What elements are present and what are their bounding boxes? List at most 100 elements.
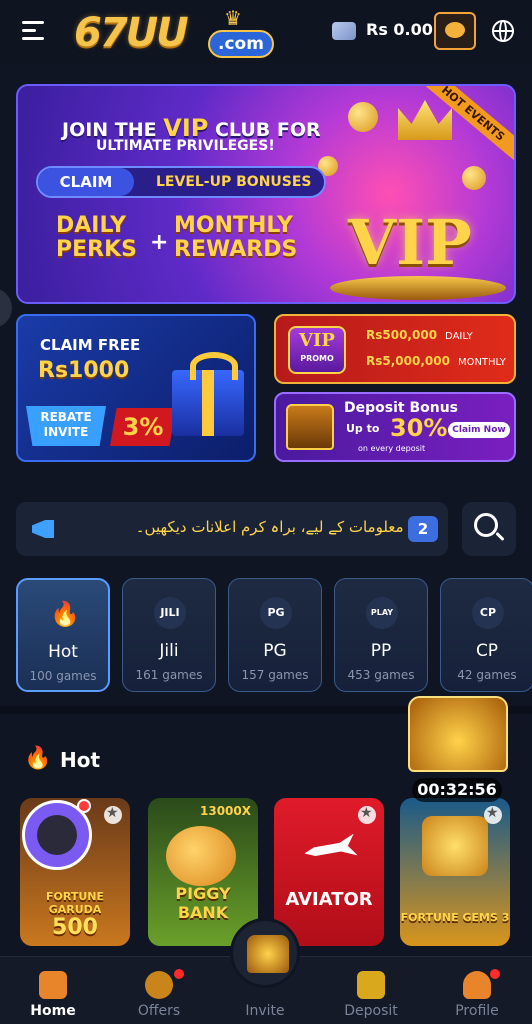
nav-profile[interactable]: Profile bbox=[424, 957, 530, 1024]
vip-promo-badge: VIP PROMO bbox=[288, 326, 346, 374]
nav-label: Home bbox=[30, 1003, 76, 1019]
jili-icon: JILI bbox=[154, 597, 186, 629]
user-icon bbox=[463, 971, 491, 999]
announcement-count-badge[interactable]: 2 bbox=[408, 516, 438, 542]
game-card-fortune-gems-3[interactable]: FORTUNE GEMS 3 bbox=[400, 798, 510, 946]
deposit-upto-label: Up to bbox=[346, 422, 380, 435]
announcement-marquee[interactable]: کی معلومات کے لیے، براہ کرم اعلانات دیکھ… bbox=[16, 502, 448, 556]
category-name: Jili bbox=[159, 641, 179, 661]
claim-free-banner[interactable]: CLAIM FREE Rs1000 REBATE INVITE 3% bbox=[16, 314, 256, 462]
vip-promo-banner[interactable]: VIP PROMO Rs500,000 DAILY Rs5,000,000 MONTH… bbox=[274, 314, 516, 384]
pg-icon: PG bbox=[260, 597, 292, 629]
balance-amount: Rs 0.00 bbox=[366, 20, 433, 39]
piggy-bank-icon bbox=[445, 22, 465, 38]
category-name: PP bbox=[370, 641, 392, 661]
customer-support-button[interactable] bbox=[22, 799, 92, 870]
game-title: PIGGY BANK bbox=[175, 884, 231, 922]
game-category-tabs: 🔥 Hot 100 games JILI Jili 161 games PG P… bbox=[16, 578, 532, 694]
nav-deposit[interactable]: Deposit bbox=[318, 957, 424, 1024]
treasure-chest-icon bbox=[286, 404, 334, 450]
logo-domain: .com bbox=[208, 30, 274, 58]
notification-dot bbox=[174, 969, 184, 979]
category-count: 42 games bbox=[457, 668, 517, 682]
flame-icon: 🔥 bbox=[24, 746, 52, 771]
vip-club-banner[interactable]: JOIN THE VIP CLUB FOR ULTIMATE PRIVILEGE… bbox=[16, 84, 516, 304]
category-pg[interactable]: PG PG 157 games bbox=[228, 578, 322, 692]
brand-logo[interactable]: 67UU ♛ .com bbox=[74, 6, 274, 58]
deposit-bonus-percent: 30% bbox=[390, 414, 448, 442]
banner-subheadline: ULTIMATE PRIVILEGES! bbox=[96, 138, 275, 154]
category-pp[interactable]: PLAY PP 453 games bbox=[334, 578, 428, 692]
nav-offers[interactable]: Offers bbox=[106, 957, 212, 1024]
menu-icon[interactable] bbox=[22, 20, 46, 42]
quick-deposit-button[interactable] bbox=[434, 12, 476, 50]
nav-label: Deposit bbox=[344, 1003, 398, 1019]
crown-icon: ♛ bbox=[224, 6, 242, 30]
category-jili[interactable]: JILI Jili 161 games bbox=[122, 578, 216, 692]
claim-label: CLAIM bbox=[38, 168, 134, 196]
section-title: Hot bbox=[60, 748, 101, 772]
notification-dot bbox=[490, 969, 500, 979]
nav-home[interactable]: Home bbox=[0, 957, 106, 1024]
plus-sign: + bbox=[150, 230, 169, 255]
favorite-star-icon[interactable] bbox=[358, 805, 376, 824]
gift-box-icon bbox=[172, 352, 244, 436]
rebate-invite-label: REBATE INVITE bbox=[26, 406, 106, 446]
golden-idol-icon bbox=[422, 816, 488, 876]
game-title: FORTUNE GARUDA bbox=[46, 890, 104, 916]
slot-machine-icon bbox=[39, 971, 67, 999]
treasure-chest-reward-button[interactable] bbox=[408, 696, 508, 772]
app-page: 67UU ♛ .com Rs 0.00 JOIN THE VIP CLUB FO… bbox=[0, 0, 532, 1024]
nav-label: Profile bbox=[455, 1003, 499, 1019]
crown-icon bbox=[398, 100, 452, 140]
cp-icon: CP bbox=[472, 597, 504, 629]
top-header: 67UU ♛ .com Rs 0.00 bbox=[0, 0, 532, 64]
category-name: PG bbox=[263, 641, 287, 661]
rebate-percent: 3% bbox=[110, 408, 176, 446]
claim-free-amount: Rs1000 bbox=[38, 358, 130, 383]
category-count: 100 games bbox=[29, 669, 97, 683]
pp-icon: PLAY bbox=[366, 597, 398, 629]
invite-chest-button[interactable] bbox=[230, 918, 300, 988]
medal-icon bbox=[145, 971, 173, 999]
game-title: AVIATOR bbox=[285, 889, 373, 910]
category-cp[interactable]: CP CP 42 games bbox=[440, 578, 532, 692]
daily-perks-text: DAILY PERKS bbox=[56, 213, 137, 262]
claim-now-button[interactable]: Claim Now bbox=[448, 422, 510, 438]
levelup-label: LEVEL-UP BONUSES bbox=[156, 174, 312, 190]
flame-icon: 🔥 bbox=[50, 600, 80, 628]
game-card-piggy-bank[interactable]: 13000X PIGGY BANK bbox=[148, 798, 258, 946]
language-globe-icon[interactable] bbox=[492, 20, 514, 42]
game-card-aviator[interactable]: AVIATOR bbox=[274, 798, 384, 946]
monthly-prize-row: Rs5,000,000 MONTHLY bbox=[366, 354, 506, 368]
treasure-chest-icon bbox=[247, 935, 289, 973]
side-drawer-handle[interactable] bbox=[0, 288, 12, 328]
headset-icon bbox=[37, 815, 77, 855]
game-title: FORTUNE GEMS 3 bbox=[400, 911, 510, 924]
deposit-every-label: on every deposit bbox=[358, 444, 426, 453]
category-count: 157 games bbox=[241, 668, 309, 682]
reward-countdown-timer: 00:32:56 bbox=[412, 778, 502, 802]
claim-levelup-pill: CLAIM LEVEL-UP BONUSES bbox=[36, 166, 326, 198]
game-subtitle: 500 bbox=[52, 915, 98, 940]
category-hot[interactable]: 🔥 Hot 100 games bbox=[16, 578, 110, 692]
nav-label: Offers bbox=[137, 1003, 181, 1019]
airplane-icon bbox=[302, 834, 357, 865]
daily-prize-row: Rs500,000 DAILY bbox=[366, 328, 473, 342]
announcement-text: کی معلومات کے لیے، براہ کرم اعلانات دیکھ… bbox=[135, 518, 428, 536]
claim-free-title: CLAIM FREE bbox=[40, 336, 141, 354]
logo-text: 67UU bbox=[74, 10, 189, 56]
deposit-bonus-banner[interactable]: Deposit Bonus Up to 30% on every deposit… bbox=[274, 392, 516, 462]
megaphone-icon bbox=[28, 516, 58, 542]
piggy-bank-icon bbox=[166, 826, 236, 886]
category-name: Hot bbox=[48, 642, 78, 662]
favorite-star-icon[interactable] bbox=[104, 805, 122, 824]
monthly-rewards-text: MONTHLY REWARDS bbox=[174, 213, 298, 262]
category-count: 453 games bbox=[347, 668, 415, 682]
vip-emblem: VIP bbox=[348, 206, 472, 279]
search-button[interactable] bbox=[462, 502, 516, 556]
category-count: 161 games bbox=[135, 668, 203, 682]
wallet-icon bbox=[357, 971, 385, 999]
category-name: CP bbox=[475, 641, 499, 661]
wallet-icon bbox=[332, 22, 356, 40]
